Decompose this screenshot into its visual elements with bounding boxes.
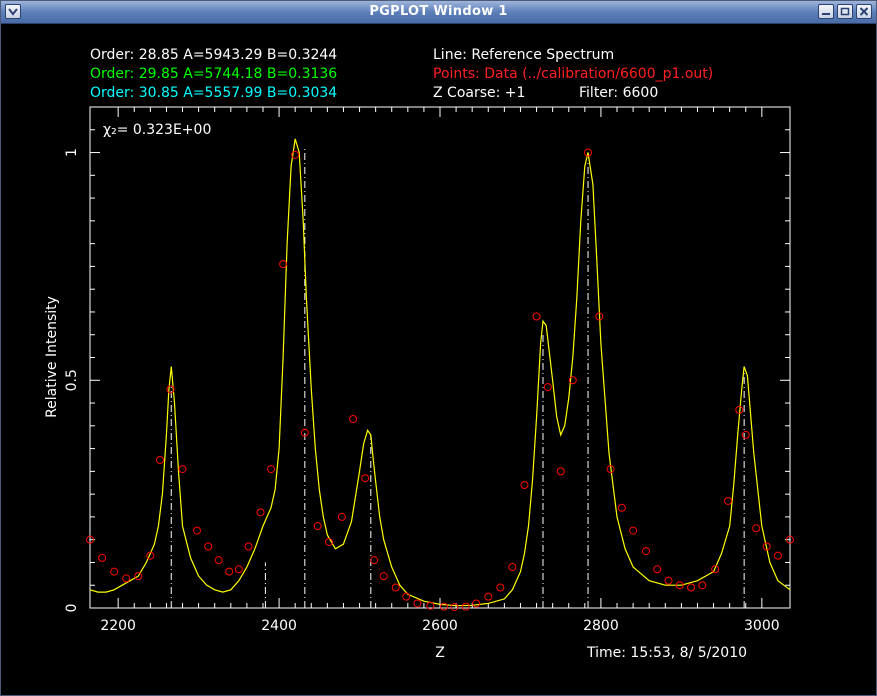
plot-canvas: Order: 28.85 A=5943.29 B=0.3244 Order: 2… bbox=[7, 24, 871, 692]
order-line-1: Order: 28.85 A=5943.29 B=0.3244 bbox=[90, 47, 337, 63]
data-point bbox=[450, 603, 459, 612]
data-point bbox=[520, 481, 529, 490]
data-point bbox=[370, 556, 379, 565]
data-point bbox=[556, 467, 565, 476]
data-point bbox=[225, 567, 234, 576]
close-icon bbox=[859, 7, 869, 16]
data-point bbox=[391, 583, 400, 592]
close-button[interactable] bbox=[856, 4, 872, 19]
chi-squared-annotation: χ₂= 0.323E+00 bbox=[103, 122, 211, 138]
data-point bbox=[349, 414, 358, 423]
data-point bbox=[752, 524, 761, 533]
data-point bbox=[193, 526, 202, 535]
x-axis-ticks: 2200 2400 2600 2800 3000 bbox=[100, 107, 780, 634]
y-axis-label: Relative Intensity bbox=[44, 296, 60, 418]
pgplot-window: PGPLOT Window 1 Order: 28.85 A=5943.29 B… bbox=[0, 0, 877, 696]
data-point bbox=[413, 599, 422, 608]
data-point bbox=[178, 465, 187, 474]
y-tick-label: 1 bbox=[64, 148, 80, 157]
header-info: Order: 28.85 A=5943.29 B=0.3244 Order: 2… bbox=[90, 47, 713, 101]
data-point bbox=[698, 581, 707, 590]
filter-label: Filter: 6600 bbox=[579, 85, 658, 101]
x-tick-label: 2800 bbox=[583, 618, 619, 634]
data-point bbox=[214, 556, 223, 565]
data-point bbox=[156, 455, 164, 464]
data-point bbox=[653, 565, 662, 574]
data-point bbox=[110, 567, 119, 576]
y-axis-ticks: 00.51 bbox=[64, 106, 790, 613]
data-point bbox=[508, 563, 517, 572]
points-label: Points: Data (../calibration/6600_p1.out… bbox=[433, 66, 713, 82]
data-point bbox=[664, 576, 673, 585]
data-point bbox=[496, 583, 505, 592]
data-point bbox=[687, 583, 696, 592]
order-line-3: Order: 30.85 A=5557.99 B=0.3034 bbox=[90, 85, 337, 101]
x-tick-label: 2400 bbox=[261, 618, 297, 634]
data-point bbox=[279, 260, 288, 269]
y-tick-label: 0.5 bbox=[64, 369, 80, 391]
data-point bbox=[629, 526, 638, 535]
x-tick-label: 3000 bbox=[744, 618, 780, 634]
data-point bbox=[773, 551, 782, 560]
minimize-icon bbox=[822, 13, 830, 15]
window-title: PGPLOT Window 1 bbox=[369, 4, 508, 19]
data-point bbox=[543, 383, 552, 392]
data-point bbox=[256, 508, 265, 517]
maximize-button[interactable] bbox=[837, 4, 853, 19]
data-points bbox=[86, 148, 794, 612]
data-point bbox=[267, 465, 276, 474]
y-tick-label: 0 bbox=[64, 604, 80, 613]
maximize-icon bbox=[840, 7, 850, 16]
data-point bbox=[122, 574, 131, 583]
order-line-2: Order: 29.85 A=5744.18 B=0.3136 bbox=[90, 66, 337, 82]
z-coarse-label: Z Coarse: +1 bbox=[433, 85, 525, 101]
data-point bbox=[641, 547, 650, 556]
data-point bbox=[244, 542, 253, 551]
data-point bbox=[617, 503, 626, 512]
data-point bbox=[402, 592, 411, 601]
x-tick-label: 2200 bbox=[100, 618, 136, 634]
reference-markers bbox=[170, 147, 745, 608]
x-tick-label: 2600 bbox=[422, 618, 458, 634]
data-point bbox=[98, 553, 107, 562]
reference-spectrum-line bbox=[89, 138, 791, 607]
data-point bbox=[472, 599, 481, 608]
data-point bbox=[337, 512, 346, 521]
data-point bbox=[234, 565, 243, 574]
data-point bbox=[724, 496, 733, 505]
data-point bbox=[379, 572, 388, 581]
x-axis-label: Z bbox=[435, 645, 445, 661]
data-point bbox=[361, 474, 370, 483]
time-label: Time: 15:53, 8/ 5/2010 bbox=[586, 645, 747, 661]
data-point bbox=[532, 312, 541, 321]
data-point bbox=[461, 602, 470, 611]
title-bar[interactable]: PGPLOT Window 1 bbox=[1, 1, 876, 24]
data-point bbox=[313, 522, 322, 531]
data-point bbox=[204, 542, 213, 551]
data-point bbox=[484, 592, 493, 601]
line-label: Line: Reference Spectrum bbox=[433, 47, 614, 63]
minimize-button[interactable] bbox=[818, 4, 834, 19]
data-point bbox=[741, 430, 750, 439]
